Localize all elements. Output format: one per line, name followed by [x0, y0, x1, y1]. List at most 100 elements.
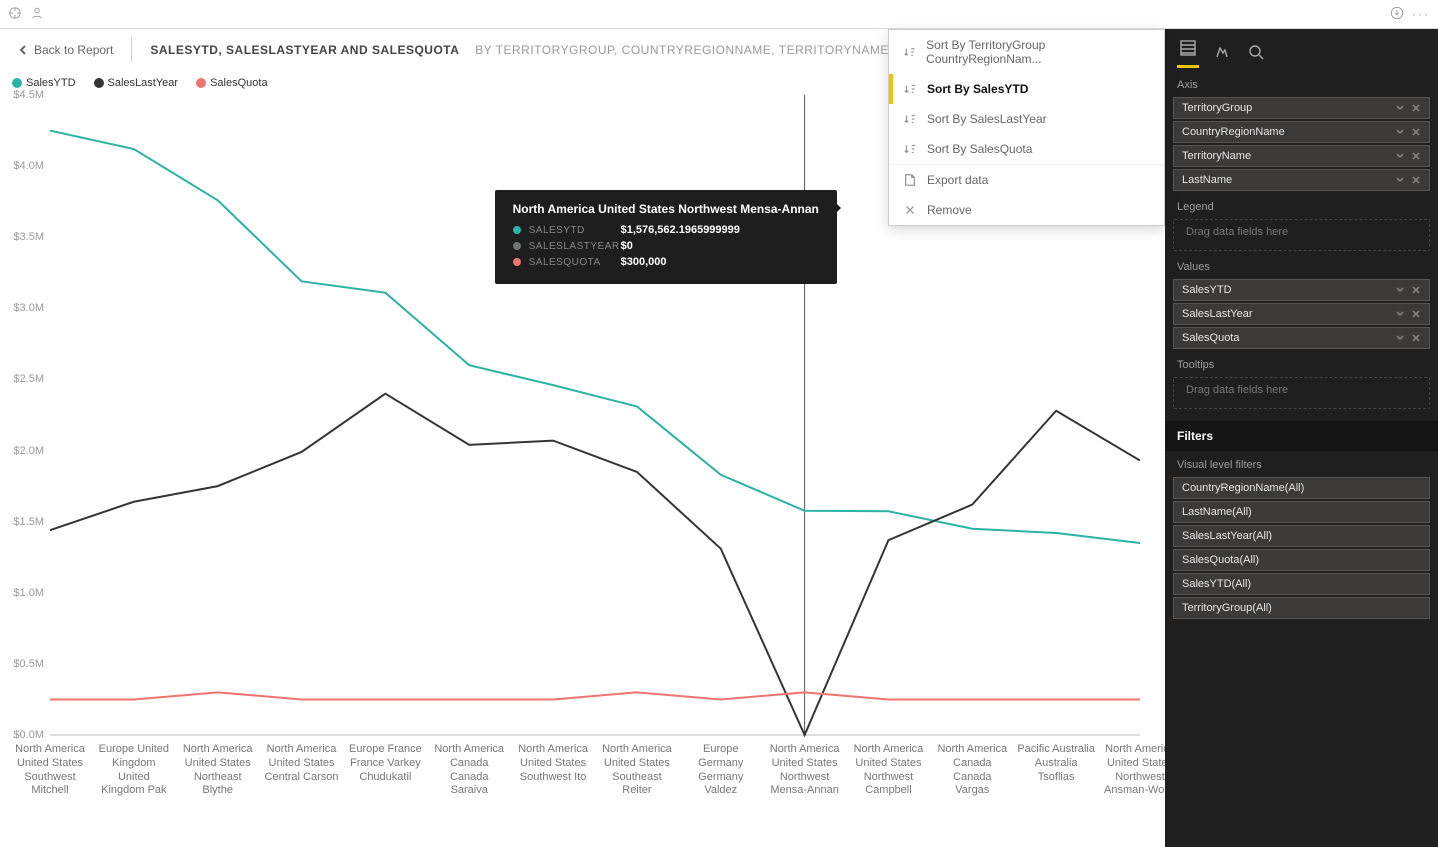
tooltip-metric: SalesLastYear [529, 241, 621, 252]
fields-tab[interactable] [1177, 37, 1199, 68]
analytics-tab[interactable] [1245, 41, 1267, 63]
chevron-down-icon[interactable] [1395, 103, 1405, 113]
x-axis-tick: Europe FranceFrance VarkeyChudukatil [346, 743, 424, 784]
legend-dropzone[interactable]: Drag data fields here [1173, 219, 1430, 251]
menu-item[interactable]: Sort By SalesYTD [889, 74, 1164, 104]
filter-row[interactable]: CountryRegionName(All) [1173, 477, 1430, 499]
value-field-pill[interactable]: SalesQuota [1173, 327, 1430, 349]
download-icon[interactable] [1390, 6, 1404, 23]
field-label: TerritoryName [1182, 150, 1251, 162]
filter-row[interactable]: TerritoryGroup(All) [1173, 597, 1430, 619]
menu-item[interactable]: Export data [889, 165, 1164, 195]
menu-item[interactable]: Sort By SalesLastYear [889, 104, 1164, 134]
export-icon [903, 173, 917, 187]
more-options-icon[interactable]: ··· [1412, 7, 1430, 21]
legend-item[interactable]: SalesLastYear [94, 77, 179, 89]
filter-row[interactable]: SalesQuota(All) [1173, 549, 1430, 571]
back-to-report-button[interactable]: Back to Report [18, 43, 113, 57]
chevron-down-icon[interactable] [1395, 175, 1405, 185]
x-axis-tick: North AmericaUnited StatesCentral Carson [263, 743, 341, 784]
menu-item-label: Export data [927, 173, 988, 187]
format-tab[interactable] [1211, 41, 1233, 63]
remove-field-icon[interactable] [1411, 333, 1421, 343]
tooltip-row: SalesQuota$300,000 [513, 256, 819, 268]
chevron-down-icon[interactable] [1395, 151, 1405, 161]
remove-field-icon[interactable] [1411, 127, 1421, 137]
chevron-down-icon[interactable] [1395, 285, 1405, 295]
series-SalesLastYear[interactable] [50, 394, 1140, 735]
axis-field-pill[interactable]: TerritoryName [1173, 145, 1430, 167]
tooltips-section-label: Tooltips [1165, 351, 1438, 375]
field-label: SalesLastYear [1182, 308, 1253, 320]
legend-section-label: Legend [1165, 193, 1438, 217]
menu-item[interactable]: Remove [889, 195, 1164, 225]
menu-item[interactable]: Sort By TerritoryGroup CountryRegionNam.… [889, 30, 1164, 74]
tooltip-dot [513, 258, 521, 266]
visual-title: SalesYTD, SalesLastYear and SalesQuota b… [150, 43, 991, 57]
series-SalesQuota[interactable] [50, 692, 1140, 699]
legend-swatch [94, 78, 104, 88]
x-axis-tick: Europe UnitedKingdom UnitedKingdom Pak [95, 743, 173, 798]
field-label: SalesYTD [1182, 284, 1232, 296]
back-label: Back to Report [34, 43, 113, 57]
axis-field-pill[interactable]: CountryRegionName [1173, 121, 1430, 143]
y-axis-tick: $4.5M [4, 89, 44, 101]
sort-icon [903, 82, 917, 96]
legend-item[interactable]: SalesQuota [196, 77, 267, 89]
field-label: CountryRegionName [1182, 126, 1285, 138]
x-axis-tick: North AmericaCanada CanadaSaraiva [430, 743, 508, 798]
x-axis-tick: Europe GermanyGermany Valdez [682, 743, 760, 798]
remove-field-icon[interactable] [1411, 151, 1421, 161]
axis-section-label: Axis [1165, 71, 1438, 95]
remove-field-icon[interactable] [1411, 175, 1421, 185]
x-axis-tick: North AmericaUnited StatesSoutheast Reit… [598, 743, 676, 798]
menu-item-label: Sort By SalesYTD [927, 82, 1028, 96]
filter-row[interactable]: LastName(All) [1173, 501, 1430, 523]
x-axis-tick: North AmericaUnited StatesSouthwest Ito [514, 743, 592, 784]
filter-row[interactable]: SalesYTD(All) [1173, 573, 1430, 595]
menu-item-label: Sort By SalesLastYear [927, 112, 1047, 126]
y-axis-tick: $3.5M [4, 231, 44, 243]
remove-field-icon[interactable] [1411, 285, 1421, 295]
axis-field-pill[interactable]: TerritoryGroup [1173, 97, 1430, 119]
remove-field-icon[interactable] [1411, 309, 1421, 319]
tooltip-metric: SalesYTD [529, 225, 621, 236]
field-label: LastName [1182, 174, 1232, 186]
legend-swatch [12, 78, 22, 88]
menu-item-label: Sort By TerritoryGroup CountryRegionNam.… [926, 38, 1150, 66]
close-icon [903, 203, 917, 217]
chevron-down-icon[interactable] [1395, 127, 1405, 137]
filters-header[interactable]: Filters [1165, 421, 1438, 451]
legend-item[interactable]: SalesYTD [12, 77, 76, 89]
tooltips-dropzone[interactable]: Drag data fields here [1173, 377, 1430, 409]
personal-icon[interactable] [30, 6, 44, 23]
filter-row[interactable]: SalesLastYear(All) [1173, 525, 1430, 547]
sort-icon [903, 142, 917, 156]
field-label: TerritoryGroup [1182, 102, 1252, 114]
value-field-pill[interactable]: SalesYTD [1173, 279, 1430, 301]
chevron-down-icon[interactable] [1395, 333, 1405, 343]
sort-icon [903, 45, 916, 59]
axis-field-pill[interactable]: LastName [1173, 169, 1430, 191]
divider [131, 38, 132, 62]
chart-tooltip: North America United States Northwest Me… [495, 190, 837, 284]
x-axis-tick: North AmericaCanada CanadaVargas [933, 743, 1011, 798]
legend-text: SalesQuota [210, 77, 267, 89]
value-field-pill[interactable]: SalesLastYear [1173, 303, 1430, 325]
chevron-down-icon[interactable] [1395, 309, 1405, 319]
tooltip-metric: SalesQuota [529, 257, 621, 268]
menu-item[interactable]: Sort By SalesQuota [889, 134, 1164, 164]
tooltip-dot [513, 226, 521, 234]
visual-context-menu: Sort By TerritoryGroup CountryRegionNam.… [888, 29, 1165, 226]
x-axis-tick: North AmericaUnited StatesNorthwest Mens… [766, 743, 844, 798]
x-axis-tick: North AmericaUnited StatesSouthwest Mitc… [11, 743, 89, 798]
y-axis-tick: $1.0M [4, 587, 44, 599]
remove-field-icon[interactable] [1411, 103, 1421, 113]
legend-text: SalesYTD [26, 77, 76, 89]
tooltip-row: SalesLastYear$0 [513, 240, 819, 252]
field-label: SalesQuota [1182, 332, 1239, 344]
focus-mode-bar: ··· [0, 0, 1438, 29]
pinned-icon[interactable] [8, 6, 22, 23]
values-section-label: Values [1165, 253, 1438, 277]
y-axis-tick: $1.5M [4, 516, 44, 528]
